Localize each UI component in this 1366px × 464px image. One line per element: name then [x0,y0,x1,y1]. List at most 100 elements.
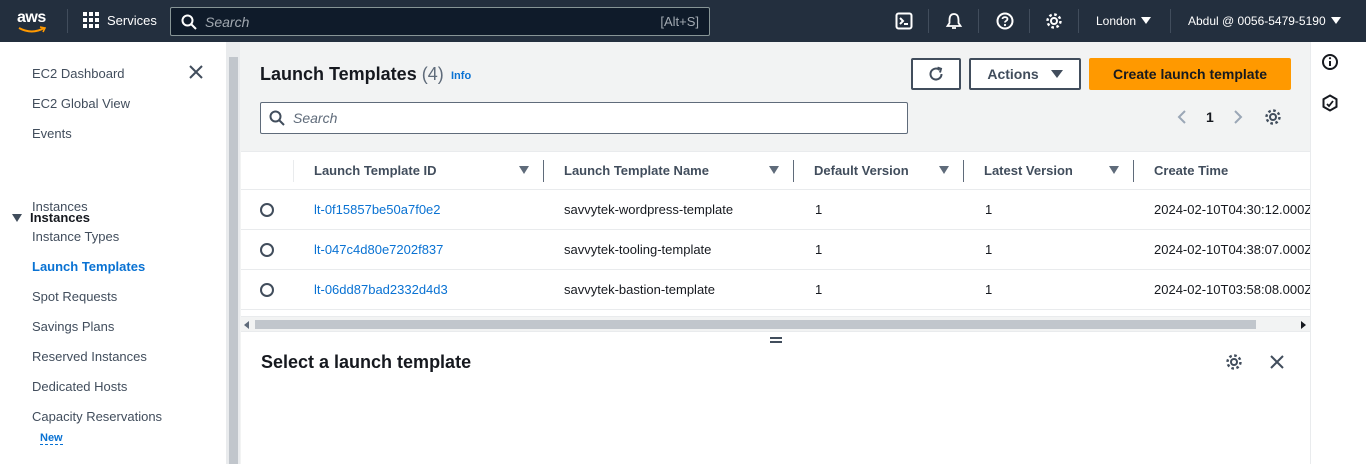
info-panel-icon[interactable] [1321,53,1339,71]
launch-template-id-link[interactable]: lt-06dd87bad2332d4d3 [314,282,448,297]
services-menu-button[interactable]: Services [83,12,157,28]
create-launch-template-label: Create launch template [1112,66,1268,82]
page-title: Launch Templates (4) [260,64,444,85]
resources-panel-icon[interactable] [1321,94,1339,112]
sidebar-item-instances[interactable]: Instances [32,199,88,214]
caret-down-icon [1141,17,1152,24]
region-selector[interactable]: London [1096,14,1152,28]
sidebar-item-capacity-reservations[interactable]: Capacity Reservations [32,409,162,424]
global-search-input[interactable]: Search [Alt+S] [170,7,710,36]
aws-smile-icon [18,26,46,33]
notifications-button[interactable] [944,11,964,31]
filter-search-input[interactable]: Search [260,102,908,134]
table-horizontal-scrollbar[interactable] [241,316,1310,331]
column-header-launch-template-name[interactable]: Launch Template Name [564,163,709,178]
latest-version: 1 [985,202,993,217]
aws-logo[interactable]: aws [15,9,51,35]
page-number[interactable]: 1 [1206,109,1214,125]
row-select-radio[interactable] [260,283,274,297]
sidebar-item-savings-plans[interactable]: Savings Plans [32,319,114,334]
table-row[interactable]: lt-047c4d80e7202f837 savvytek-tooling-te… [241,230,1312,270]
sidebar-item-spot-requests[interactable]: Spot Requests [32,289,117,304]
page-title-text: Launch Templates [260,64,417,84]
account-menu[interactable]: Abdul @ 0056-5479-5190 [1188,14,1341,28]
account-label: Abdul @ 0056-5479-5190 [1188,14,1326,28]
bell-icon [945,13,963,29]
refresh-icon [929,66,943,81]
aws-logo-text: aws [17,9,46,26]
column-header-launch-template-id[interactable]: Launch Template ID [314,163,437,178]
chevron-left-icon[interactable] [1176,109,1188,125]
column-resize-handle[interactable] [793,160,794,182]
gear-icon [1046,13,1062,29]
sidebar-scrollbar-thumb[interactable] [229,57,238,464]
column-header-create-time[interactable]: Create Time [1154,163,1228,178]
split-panel-divider [241,331,1310,332]
latest-version: 1 [985,282,993,297]
settings-button[interactable] [1044,11,1064,31]
topbar-divider [67,9,68,33]
sort-caret-icon[interactable] [769,166,779,174]
launch-template-id-link[interactable]: lt-047c4d80e7202f837 [314,242,443,257]
sidebar-item-reserved-instances[interactable]: Reserved Instances [32,349,147,364]
sort-caret-icon[interactable] [939,166,949,174]
column-resize-handle[interactable] [1133,160,1134,182]
filter-placeholder: Search [293,110,338,126]
split-panel-resize-handle[interactable] [770,337,782,343]
scroll-left-arrow-icon[interactable] [244,321,249,329]
cloudshell-button[interactable] [894,11,914,31]
chevron-right-icon[interactable] [1232,109,1244,125]
sidebar-item-events[interactable]: Events [32,126,72,141]
sidebar-item-ec2-dashboard[interactable]: EC2 Dashboard [32,66,125,81]
actions-label: Actions [987,66,1039,82]
search-shortcut-hint: [Alt+S] [660,14,699,29]
help-button[interactable] [995,11,1015,31]
create-launch-template-button[interactable]: Create launch template [1089,58,1291,90]
launch-template-name: savvytek-tooling-template [564,242,712,257]
actions-dropdown-button[interactable]: Actions [969,58,1081,90]
refresh-button[interactable] [911,58,961,90]
create-time: 2024-02-10T04:30:12.000Z [1154,202,1313,217]
latest-version: 1 [985,242,993,257]
new-badge: New [40,432,63,445]
sidebar-item-ec2-global-view[interactable]: EC2 Global View [32,96,130,111]
top-navigation-bar: aws Services Search [Alt+S] London Abdul… [0,0,1366,42]
split-panel-preferences-gear-icon[interactable] [1225,353,1243,371]
column-header-default-version[interactable]: Default Version [814,163,909,178]
sidebar-item-dedicated-hosts[interactable]: Dedicated Hosts [32,379,127,394]
table-row[interactable]: lt-0f15857be50a7f0e2 savvytek-wordpress-… [241,190,1313,230]
column-header-latest-version[interactable]: Latest Version [984,163,1073,178]
main-content: Launch Templates (4) Info Actions Create… [241,42,1313,464]
region-label: London [1096,14,1137,28]
sort-caret-icon[interactable] [519,166,529,174]
caret-down-icon [12,213,22,222]
caret-down-icon [1050,70,1063,78]
search-icon [181,14,197,30]
column-resize-handle[interactable] [543,160,544,182]
horizontal-scrollbar-thumb[interactable] [255,320,1256,329]
table-preferences-gear-icon[interactable] [1264,108,1282,126]
topbar-divider [1029,9,1030,33]
table-row[interactable]: lt-06dd87bad2332d4d3 savvytek-bastion-te… [241,270,1312,310]
scroll-right-arrow-icon[interactable] [1301,321,1306,329]
launch-template-name: savvytek-bastion-template [564,282,716,297]
close-split-panel-icon[interactable] [1269,354,1285,370]
topbar-divider [978,9,979,33]
sidebar-item-launch-templates[interactable]: Launch Templates [32,259,145,274]
topbar-divider [928,9,929,33]
help-icon [996,12,1014,30]
row-select-radio[interactable] [260,203,274,217]
split-panel-title: Select a launch template [261,352,472,372]
row-select-radio[interactable] [260,243,274,257]
table-header-area: Launch Templates (4) Info Actions Create… [241,42,1310,151]
info-link[interactable]: Info [451,70,471,82]
close-sidebar-icon[interactable] [188,64,204,80]
services-grid-icon [83,12,99,28]
default-version: 1 [815,242,823,257]
sort-caret-icon[interactable] [1109,166,1119,174]
topbar-divider [1170,9,1171,33]
sidebar-item-instance-types[interactable]: Instance Types [32,229,119,244]
column-resize-handle[interactable] [963,160,964,182]
launch-template-name: savvytek-wordpress-template [564,202,734,217]
launch-template-id-link[interactable]: lt-0f15857be50a7f0e2 [314,202,441,217]
